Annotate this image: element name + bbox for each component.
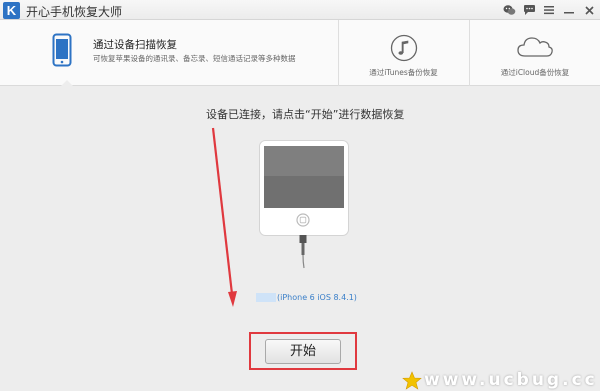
start-button[interactable]: 开始: [265, 339, 341, 364]
device-name-redacted: [256, 293, 276, 302]
watermark: www.ucbug.cc: [400, 370, 600, 391]
device-model-text: (iPhone 6 iOS 8.4.1): [277, 293, 357, 302]
watermark-text: www.ucbug.cc: [424, 370, 598, 390]
star-logo-icon: [402, 371, 422, 391]
device-label: (iPhone 6 iOS 8.4.1): [256, 293, 357, 302]
